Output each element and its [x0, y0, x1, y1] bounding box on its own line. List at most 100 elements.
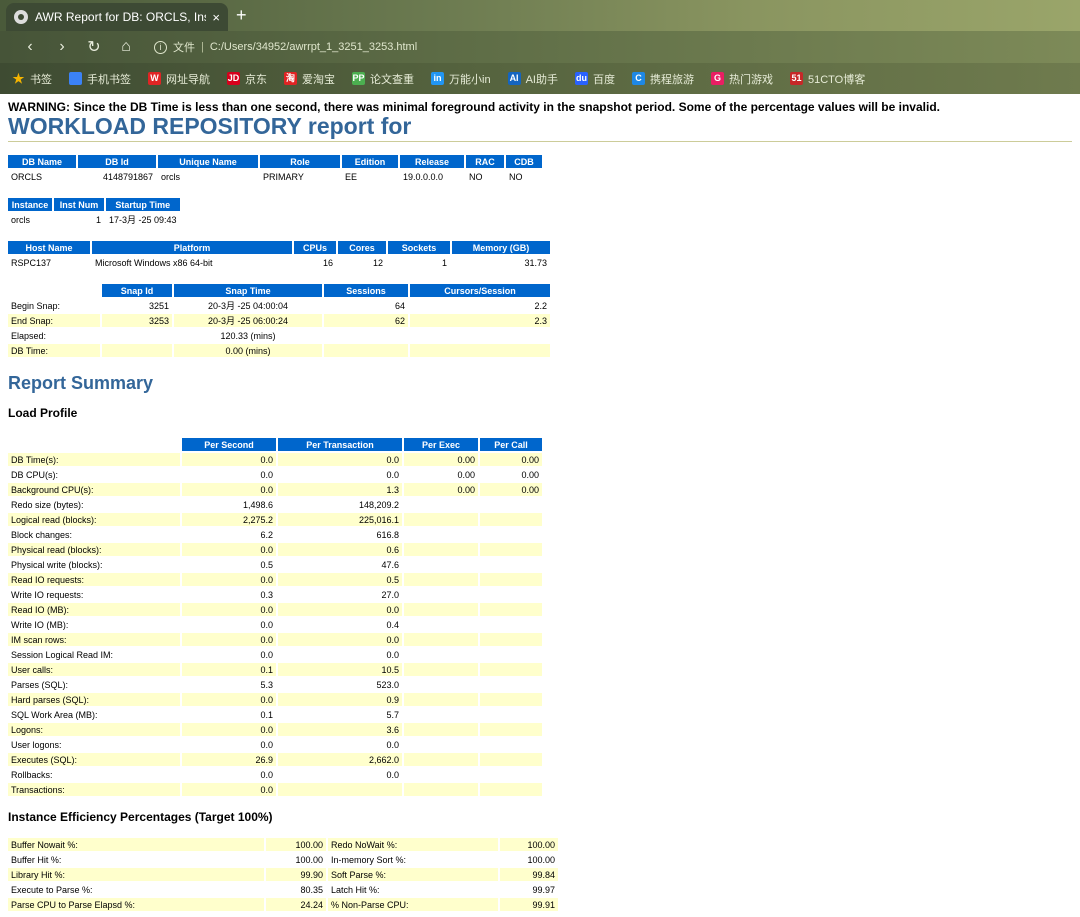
report-summary-heading: Report Summary [8, 373, 154, 393]
reload-icon[interactable]: ↻ [78, 37, 110, 57]
table-row: Read IO (MB): 0.0 0.0 [8, 603, 542, 616]
table-cell: 0.00 [521, 469, 539, 480]
table-cell: 5.7 [386, 709, 399, 720]
table-cell [404, 663, 478, 676]
bookmark-label: 京东 [245, 73, 267, 86]
column-header: Per Transaction [278, 438, 402, 451]
bookmark-item[interactable]: du 百度 [574, 71, 615, 87]
table-cell: 0.00 [457, 469, 475, 480]
table-cell [404, 573, 478, 586]
bookmark-item[interactable]: G 热门游戏 [710, 71, 773, 87]
table-cell: 0.0 [278, 633, 402, 646]
table-cell: 0.00 [480, 483, 542, 496]
column-header: Inst Num [54, 198, 104, 211]
table-cell [480, 708, 542, 721]
table-row: Logons: 0.0 3.6 [8, 723, 542, 736]
url-field[interactable]: i 文件 | C:/Users/34952/awrrpt_1_3251_3253… [154, 39, 417, 55]
table-cell: 26.9 [182, 753, 276, 766]
table-cell [480, 723, 542, 736]
bookmark-item[interactable]: JD 京东 [227, 71, 267, 87]
table-cell: 99.91 [500, 898, 558, 911]
table-cell [404, 678, 478, 691]
browser-tab[interactable]: AWR Report for DB: ORCLS, Ins × [6, 3, 228, 31]
table-cell: 80.35 [300, 884, 323, 895]
bookmark-item[interactable]: in 万能小in [431, 71, 491, 87]
forward-icon[interactable]: › [46, 38, 78, 56]
table-cell: 24.24 [266, 898, 326, 911]
bookmark-label: 万能小in [449, 73, 491, 86]
instance-info-table: Instance Inst Num Startup Time orcls 1 17-3月… [6, 196, 182, 228]
table-cell [410, 329, 550, 342]
table-cell [404, 618, 478, 631]
table-row: IM scan rows: 0.0 0.0 [8, 633, 542, 646]
table-row: Parse CPU to Parse Elapsd %: 24.24% Non-P… [8, 898, 558, 911]
bookmark-item[interactable]: PP 论文查重 [352, 71, 414, 87]
column-header: Per Call [480, 438, 542, 451]
column-header: Sockets [388, 241, 450, 254]
column-header: Snap Time [174, 284, 322, 297]
column-header: RAC [466, 155, 504, 168]
bookmark-item[interactable]: ★ 书签 [12, 71, 52, 87]
bookmark-label: 百度 [592, 73, 615, 86]
column-header: DB Name [8, 155, 76, 168]
table-row: Library Hit %: 99.90 Soft Parse %: 99.84 [8, 868, 558, 881]
table-row: Buffer Nowait %: 100.00 Redo NoWait %: 100.… [8, 838, 558, 851]
back-icon[interactable]: ‹ [14, 38, 46, 56]
bookmark-item[interactable]: AI AI助手 [507, 71, 558, 87]
table-cell: Read IO requests: [8, 573, 180, 586]
table-cell: 99.90 [266, 868, 326, 881]
new-tab-button[interactable]: + [236, 5, 247, 26]
bookmark-item[interactable]: 手机书签 [69, 71, 131, 87]
url-text[interactable]: C:/Users/34952/awrrpt_1_3251_3253.html [210, 41, 417, 53]
table-cell: Background CPU(s): [8, 483, 180, 496]
table-cell [404, 528, 478, 541]
table-cell [480, 603, 542, 616]
warning-text: WARNING: Since the DB Time is less than … [8, 100, 940, 114]
table-cell: NO [509, 171, 523, 182]
bookmark-icon: du [574, 72, 588, 85]
table-cell: Elapsed: [11, 330, 47, 341]
table-cell: 31.73 [524, 257, 547, 268]
table-cell: Transactions: [8, 783, 180, 796]
bookmark-label: 51CTO博客 [807, 73, 866, 86]
column-header: Instance [8, 198, 52, 211]
table-row: User calls: 0.1 10.5 [8, 663, 542, 676]
table-cell: 0.0 [260, 739, 273, 750]
table-cell: Hard parses (SQL): [8, 693, 180, 706]
table-cell: orcls [161, 171, 181, 182]
table-cell: 1.3 [278, 483, 402, 496]
table-cell: 0.0 [182, 783, 276, 796]
table-cell: EE [345, 171, 358, 182]
bookmark-item[interactable]: W 网址导航 [148, 71, 210, 87]
column-header: CDB [506, 155, 542, 168]
bookmark-icon: C [631, 72, 645, 85]
table-cell: Rollbacks: [11, 769, 53, 780]
info-icon[interactable]: i [154, 40, 167, 54]
db-info-table: DB Name DB Id Unique Name Role Edition Releas… [6, 153, 544, 185]
table-cell: IM scan rows: [8, 633, 180, 646]
table-cell: 16 [322, 257, 333, 268]
bookmark-icon: 淘 [284, 72, 297, 85]
table-cell: Parse CPU to Parse Elapsd %: [8, 898, 264, 911]
table-cell: 616.8 [376, 529, 399, 540]
bookmark-item[interactable]: 51 51CTO博客 [789, 71, 866, 87]
bookmark-item[interactable]: 淘爱淘宝 [284, 71, 335, 87]
table-cell: 4148791867 [102, 171, 153, 182]
table-cell [480, 528, 542, 541]
table-cell: 148,209.2 [358, 499, 399, 510]
table-cell: NO [469, 171, 483, 182]
table-cell: Soft Parse %: [328, 868, 498, 881]
bookmarks-bar: ★ 书签 手机书签 W 网址导航 JD 京东 淘爱淘宝 PP 论文查重 in 万能小in AI AI助手 d… [0, 63, 1080, 94]
tab-close-icon[interactable]: × [212, 10, 220, 25]
table-cell: 0.00 (mins) [174, 344, 322, 357]
table-cell: SQL Work Area (MB): [11, 709, 98, 720]
table-row: DB CPU(s): 0.0 0.0 0.00 0.00 [8, 468, 542, 481]
table-cell: 0.0 [386, 769, 399, 780]
home-icon[interactable]: ⌂ [110, 38, 142, 56]
table-cell: Buffer Hit %: [11, 854, 62, 865]
bookmark-icon: ★ [12, 71, 25, 86]
bookmark-item[interactable]: C 携程旅游 [631, 71, 694, 87]
table-row: DB Time(s): 0.0 0.0 0.00 0.00 [8, 453, 542, 466]
table-cell: 0.6 [278, 543, 402, 556]
column-header [8, 284, 100, 297]
